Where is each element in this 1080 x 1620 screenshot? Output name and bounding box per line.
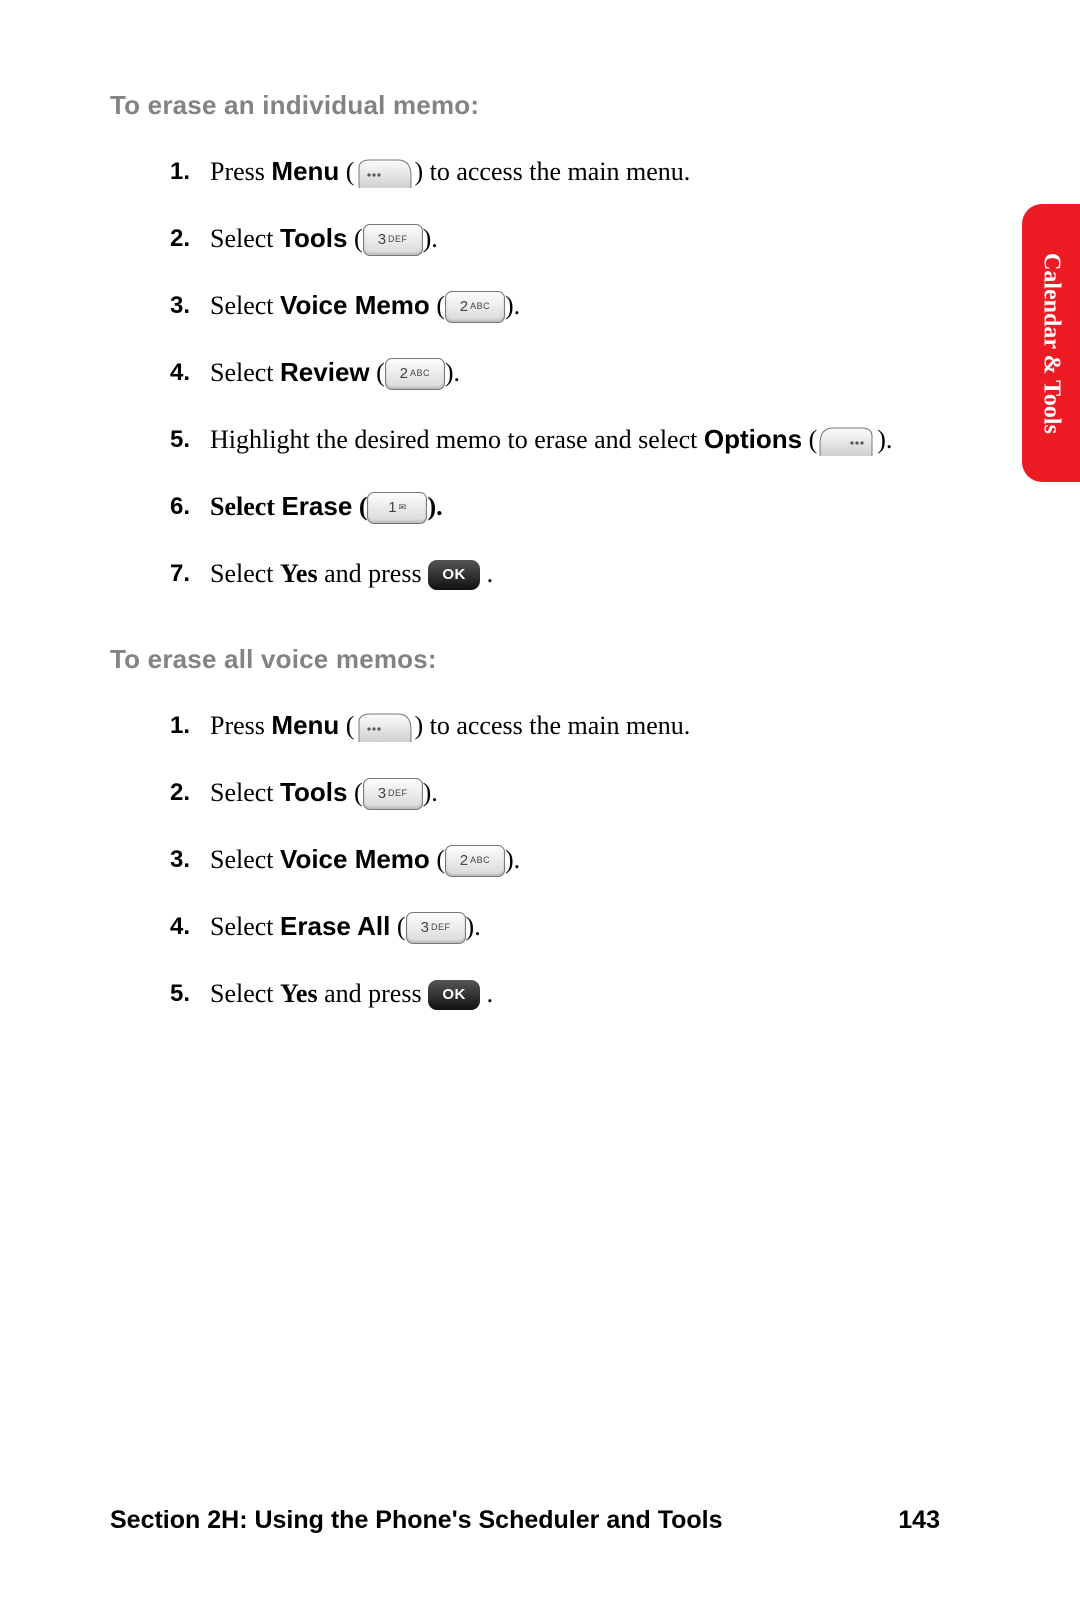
- step-item: 7.Select Yes and press OK .: [170, 551, 940, 596]
- step-number: 3.: [170, 837, 190, 882]
- 1mail-key-icon: 1✉: [367, 492, 427, 524]
- 2abc-key-icon: 2ABC: [445, 845, 505, 877]
- step-item: 3.Select Voice Memo (2ABC).: [170, 837, 940, 882]
- step-list: 1.Press Menu ( ) to access the main menu…: [110, 703, 940, 1016]
- side-tab: Calendar & Tools: [1022, 204, 1080, 482]
- 3def-key-icon: 3DEF: [406, 912, 466, 944]
- step-item: 3.Select Voice Memo (2ABC).: [170, 283, 940, 328]
- step-number: 5.: [170, 971, 190, 1016]
- 3def-key-icon: 3DEF: [363, 224, 423, 256]
- 2abc-key-icon: 2ABC: [445, 291, 505, 323]
- footer-page-number: 143: [898, 1506, 940, 1535]
- step-item: 4.Select Review (2ABC).: [170, 350, 940, 395]
- ok-key-icon: OK: [428, 980, 480, 1010]
- section-heading: To erase an individual memo:: [110, 90, 940, 121]
- ok-key-icon: OK: [428, 560, 480, 590]
- section-heading: To erase all voice memos:: [110, 644, 940, 675]
- 2abc-key-icon: 2ABC: [385, 358, 445, 390]
- step-item: 5.Select Yes and press OK .: [170, 971, 940, 1016]
- step-list: 1.Press Menu ( ) to access the main menu…: [110, 149, 940, 596]
- step-number: 2.: [170, 770, 190, 815]
- 3def-key-icon: 3DEF: [363, 778, 423, 810]
- step-number: 6.: [170, 484, 190, 529]
- step-number: 4.: [170, 350, 190, 395]
- step-number: 1.: [170, 149, 190, 194]
- step-number: 2.: [170, 216, 190, 261]
- step-number: 7.: [170, 551, 190, 596]
- step-item: 1.Press Menu ( ) to access the main menu…: [170, 703, 940, 748]
- step-item: 6.Select Erase (1✉).: [170, 484, 940, 529]
- step-item: 5.Highlight the desired memo to erase an…: [170, 417, 940, 462]
- softkey-right-icon: [819, 426, 875, 458]
- step-number: 3.: [170, 283, 190, 328]
- softkey-left-icon: [356, 158, 412, 190]
- step-number: 1.: [170, 703, 190, 748]
- page-footer: Section 2H: Using the Phone's Scheduler …: [110, 1506, 940, 1535]
- step-number: 5.: [170, 417, 190, 462]
- side-tab-label: Calendar & Tools: [1022, 204, 1080, 482]
- step-item: 4.Select Erase All (3DEF).: [170, 904, 940, 949]
- step-item: 1.Press Menu ( ) to access the main menu…: [170, 149, 940, 194]
- step-number: 4.: [170, 904, 190, 949]
- step-item: 2.Select Tools (3DEF).: [170, 770, 940, 815]
- page-content: To erase an individual memo: 1.Press Menu…: [110, 90, 940, 1064]
- step-item: 2.Select Tools (3DEF).: [170, 216, 940, 261]
- footer-section: Section 2H: Using the Phone's Scheduler …: [110, 1506, 723, 1535]
- softkey-left-icon: [356, 712, 412, 744]
